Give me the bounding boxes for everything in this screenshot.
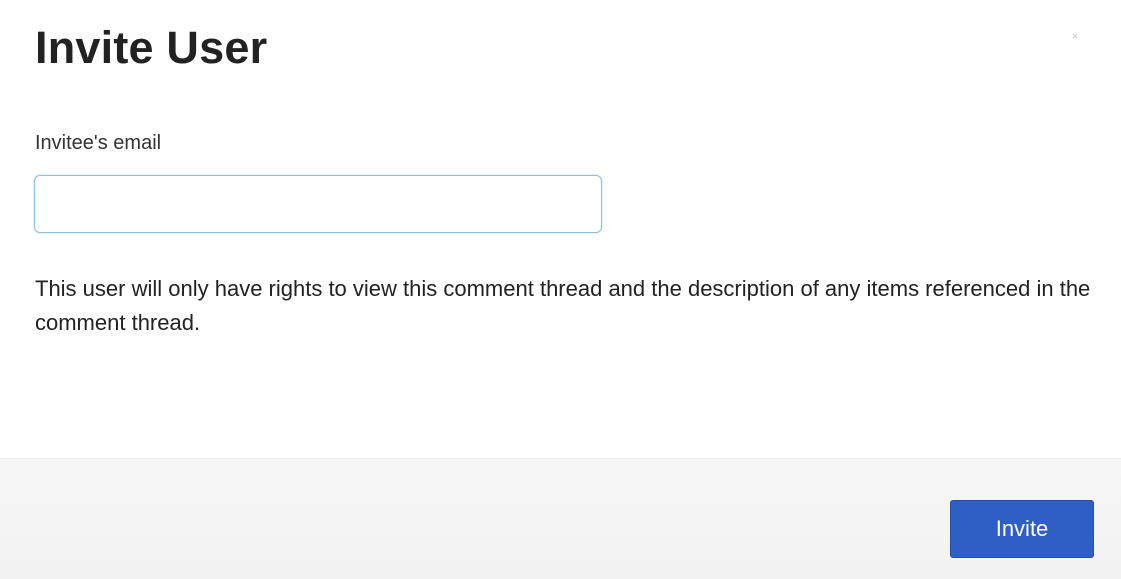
email-field-label: Invitee's email	[35, 132, 162, 154]
email-field[interactable]	[34, 175, 602, 233]
permissions-info-text: This user will only have rights to view …	[35, 276, 1091, 335]
dialog-title: Invite User	[35, 22, 268, 73]
close-icon[interactable]: ×	[1068, 30, 1082, 44]
invite-button[interactable]: Invite	[950, 500, 1094, 558]
invite-user-dialog: Invite User × Invitee's email This user …	[0, 0, 1121, 579]
